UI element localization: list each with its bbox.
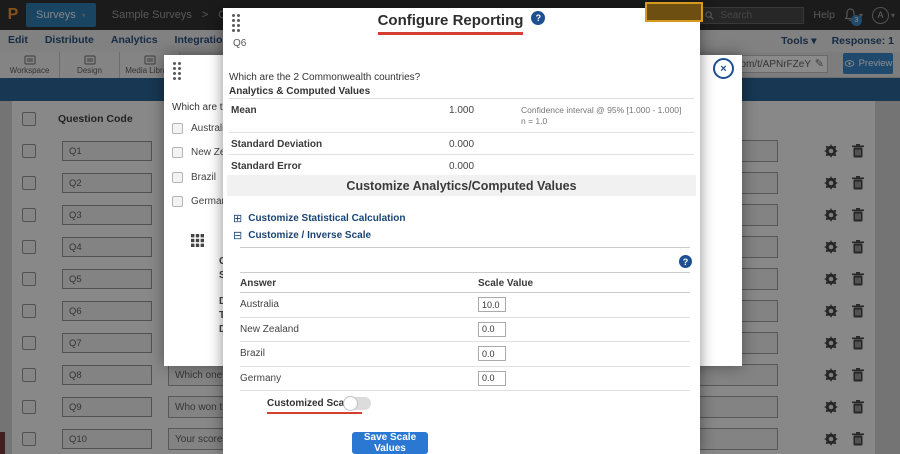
- help-icon[interactable]: ?: [531, 11, 545, 25]
- stat-value: 1.000: [449, 105, 521, 128]
- question-code-label: Q6: [233, 38, 246, 49]
- scale-value-column-header: Scale Value: [478, 278, 533, 289]
- scale-value-input[interactable]: [478, 371, 506, 386]
- scale-value-input[interactable]: [478, 322, 506, 337]
- configure-reporting-modal: Configure Reporting? Q6 Which are the 2 …: [223, 8, 700, 454]
- scale-table-header: Answer Scale Value: [240, 278, 690, 289]
- divider: [240, 247, 690, 248]
- help-icon[interactable]: ?: [679, 255, 692, 268]
- scale-row: Brazil: [240, 342, 690, 367]
- expand-collapse-icon[interactable]: ⊞: [233, 212, 242, 225]
- scale-value-input[interactable]: [478, 346, 506, 361]
- option-checkbox[interactable]: [172, 172, 183, 183]
- answer-column-header: Answer: [240, 278, 478, 289]
- scale-table-rows: Australia New Zealand Brazil Germany: [240, 293, 690, 391]
- stat-value: 0.000: [449, 139, 521, 150]
- stat-note: Confidence interval @ 95% [1.000 - 1.000…: [521, 105, 681, 128]
- toggle-knob: [343, 396, 358, 411]
- option-checkbox[interactable]: [172, 147, 183, 158]
- stat-label: Mean: [231, 105, 449, 128]
- stat-label: Standard Error: [231, 161, 449, 172]
- scale-value-input[interactable]: [478, 297, 506, 312]
- option-checkbox[interactable]: [172, 196, 183, 207]
- scale-row: New Zealand: [240, 318, 690, 343]
- answers-grid-icon: [191, 234, 204, 247]
- answer-label: New Zealand: [240, 324, 478, 335]
- answer-label: Brazil: [240, 348, 478, 359]
- drag-handle-icon[interactable]: [173, 62, 181, 80]
- close-icon[interactable]: ×: [713, 58, 734, 79]
- collapsible-section-toggle[interactable]: ⊟ Customize / Inverse Scale: [233, 227, 405, 244]
- answer-label: Australia: [240, 299, 478, 310]
- customized-scaling-toggle[interactable]: [344, 397, 371, 410]
- customize-section-heading: Customize Analytics/Computed Values: [227, 175, 696, 196]
- save-scale-values-button[interactable]: Save Scale Values: [352, 432, 428, 454]
- answer-label: Germany: [240, 373, 478, 384]
- stat-row: Standard Deviation 0.000: [229, 133, 694, 155]
- expand-collapse-icon[interactable]: ⊟: [233, 229, 242, 242]
- stat-value: 0.000: [449, 161, 521, 172]
- screen: P Surveys ▾ Sample Surveys > Qu Help 3: [0, 0, 900, 454]
- collapsible-section-toggle[interactable]: ⊞ Customize Statistical Calculation: [233, 210, 405, 227]
- divider: [240, 272, 690, 273]
- scale-row: Germany: [240, 367, 690, 392]
- analytics-stats: Mean 1.000 Confidence interval @ 95% [1.…: [229, 98, 694, 177]
- modal-title: Configure Reporting: [378, 12, 524, 35]
- collapsible-sections: ⊞ Customize Statistical Calculation ⊟ Cu…: [233, 210, 405, 244]
- stat-row: Mean 1.000 Confidence interval @ 95% [1.…: [229, 99, 694, 133]
- scale-row: Australia: [240, 293, 690, 318]
- analytics-heading: Analytics & Computed Values: [229, 86, 370, 97]
- stat-row: Standard Error 0.000: [229, 155, 694, 176]
- highlighted-action-button[interactable]: [645, 2, 703, 22]
- option-checkbox[interactable]: [172, 123, 183, 134]
- stat-label: Standard Deviation: [231, 139, 449, 150]
- question-text: Which are the 2 Commonwealth countries?: [229, 72, 420, 83]
